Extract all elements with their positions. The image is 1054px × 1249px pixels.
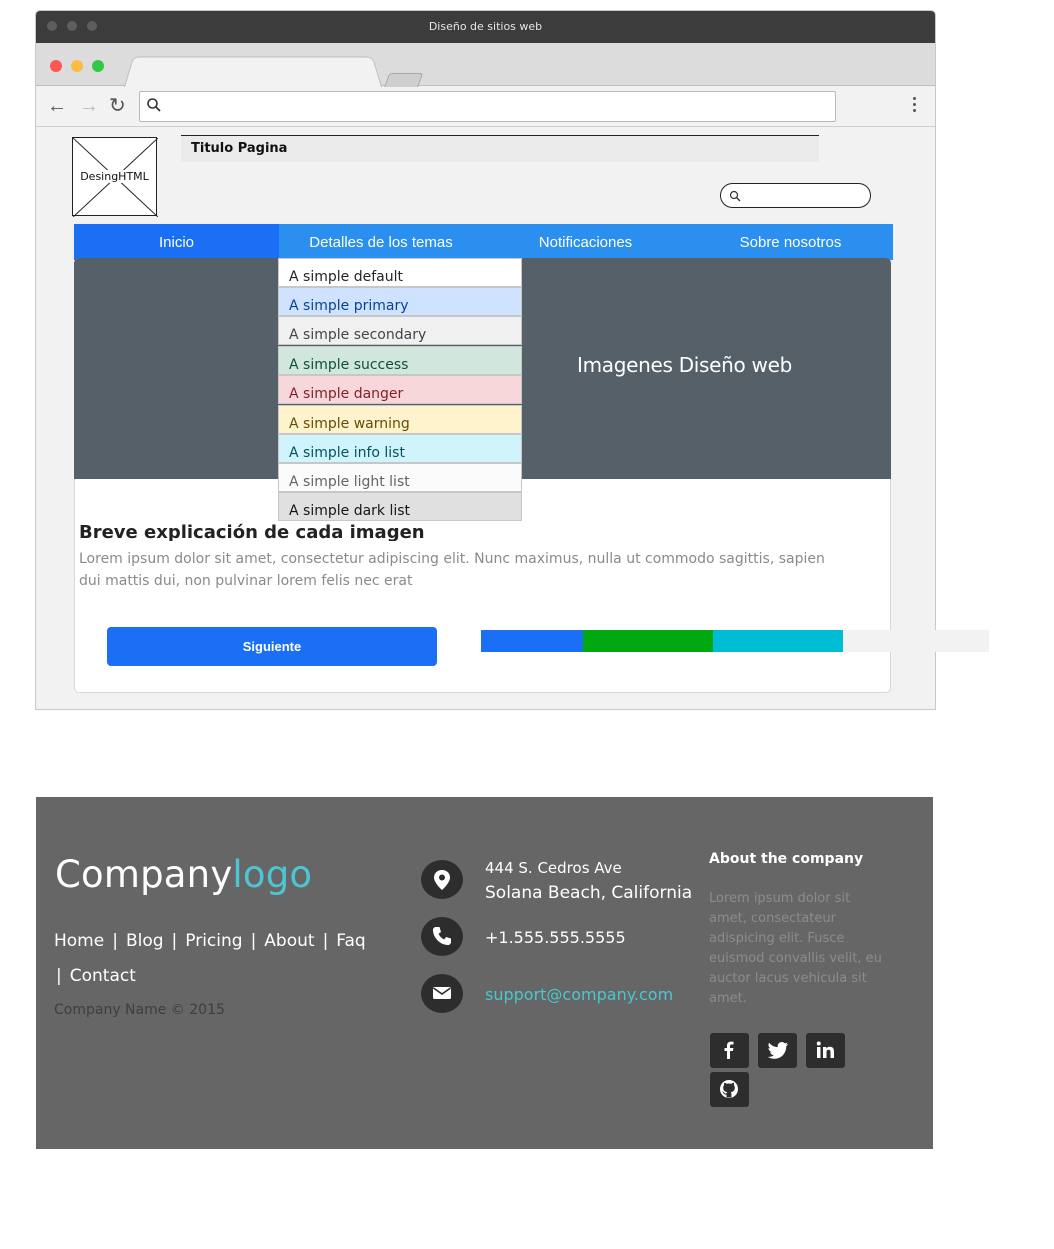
search-icon (147, 98, 161, 112)
envelope-icon (421, 974, 463, 1013)
maximize-button[interactable] (92, 60, 104, 72)
phone-icon (421, 917, 463, 956)
nav-item-sobre-nosotros[interactable]: Sobre nosotros (688, 224, 893, 260)
page-title-bar: Titulo Pagina (181, 135, 819, 162)
dropdown-item-secondary[interactable]: A simple secondary (278, 316, 522, 345)
footer-link-home[interactable]: Home (54, 931, 104, 951)
close-button[interactable] (50, 60, 62, 72)
dropdown-item-dark[interactable]: A simple dark list (278, 492, 522, 521)
forward-icon[interactable]: → (79, 95, 99, 117)
footer-link-contact[interactable]: Contact (70, 966, 136, 986)
search-input[interactable] (720, 183, 871, 208)
logo-placeholder: DesingHTML (72, 137, 158, 217)
twitter-icon[interactable] (758, 1033, 797, 1068)
reload-icon[interactable]: ↻ (109, 95, 126, 117)
dropdown-item-primary[interactable]: A simple primary (278, 287, 522, 316)
footer-links: Home | Blog | Pricing | About | Faq | Contact (54, 931, 366, 986)
logo-main-text: Company (55, 853, 233, 896)
about-title: About the company (709, 851, 864, 867)
logo-placeholder-label: DesingHTML (73, 170, 156, 183)
phone-number[interactable]: +1.555.555.5555 (485, 925, 626, 950)
dropdown-item-danger[interactable]: A simple danger (278, 375, 522, 404)
page-title: Titulo Pagina (191, 141, 288, 156)
dropdown-item-default[interactable]: A simple default (278, 258, 522, 287)
title-bar: Diseño de sitios web (36, 11, 935, 43)
dropdown-item-warning[interactable]: A simple warning (278, 405, 522, 434)
footer-link-pricing[interactable]: Pricing (185, 931, 242, 951)
progress-segment-blue (481, 630, 583, 652)
footer-link-faq[interactable]: Faq (336, 931, 365, 951)
card-text: Lorem ipsum dolor sit amet, consectetur … (79, 551, 825, 589)
dropdown-item-info[interactable]: A simple info list (278, 434, 522, 463)
address-line2: Solana Beach, California (485, 883, 693, 903)
dropdown-item-success[interactable]: A simple success (278, 346, 522, 375)
progress-bar (481, 630, 989, 652)
facebook-icon[interactable] (710, 1033, 749, 1068)
progress-segment-cyan (713, 630, 843, 652)
logo-accent-text: logo (232, 853, 313, 896)
address-bar[interactable] (139, 91, 836, 122)
nav-item-notificaciones[interactable]: Notificaciones (483, 224, 688, 260)
menu-icon[interactable] (913, 97, 917, 115)
footer-link-blog[interactable]: Blog (126, 931, 164, 951)
nav-item-inicio[interactable]: Inicio (74, 224, 279, 260)
tab-bar (36, 43, 935, 91)
map-marker-icon (421, 860, 463, 899)
search-icon (729, 190, 741, 202)
copyright: Company Name © 2015 (54, 1002, 225, 1018)
github-icon[interactable] (710, 1072, 749, 1107)
company-logo[interactable]: Companylogo (55, 853, 312, 896)
email-link[interactable]: support@company.com (485, 982, 673, 1007)
progress-segment-green (583, 630, 713, 652)
nav-item-detalles[interactable]: Detalles de los temas (279, 224, 483, 260)
about-text: Lorem ipsum dolor sit amet, consectateur… (709, 891, 882, 1006)
hero-caption: Imagenes Diseño web (577, 353, 793, 377)
back-icon[interactable]: ← (47, 95, 67, 117)
dropdown-menu: A simple default A simple primary A simp… (278, 258, 522, 521)
card-title: Breve explicación de cada imagen (79, 522, 425, 541)
dropdown-item-light[interactable]: A simple light list (278, 463, 522, 492)
next-button[interactable]: Siguiente (107, 627, 437, 666)
browser-toolbar: ← → ↻ (36, 87, 935, 127)
main-nav: Inicio Detalles de los temas Notificacio… (74, 224, 893, 260)
browser-tab[interactable] (124, 56, 382, 87)
linkedin-icon[interactable] (806, 1033, 845, 1068)
footer-link-about[interactable]: About (264, 931, 314, 951)
window-title: Diseño de sitios web (428, 20, 543, 33)
address-line1: 444 S. Cedros Ave (485, 859, 622, 877)
minimize-button[interactable] (71, 60, 83, 72)
